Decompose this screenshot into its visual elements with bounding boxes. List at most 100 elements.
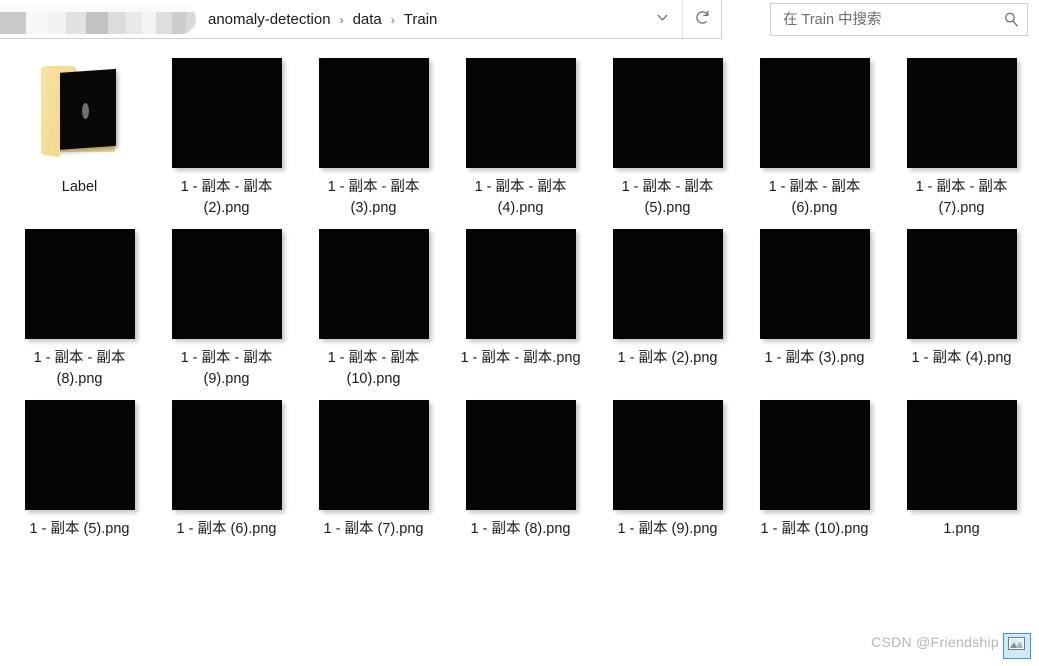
file-item[interactable]: 1 - 副本 - 副本 (8).png [6, 219, 153, 390]
file-item[interactable]: 1 - 副本 (3).png [741, 219, 888, 390]
item-thumbnail [25, 58, 135, 168]
file-list-view[interactable]: Label 1 - 副本 - 副本 (2).png 1 - 副本 - 副本 (3).… [0, 40, 1039, 666]
icon-grid: Label 1 - 副本 - 副本 (2).png 1 - 副本 - 副本 (3).… [6, 48, 1036, 558]
black-image-thumbnail [465, 400, 576, 510]
black-image-thumbnail [24, 229, 135, 339]
search-box[interactable] [770, 3, 1028, 36]
file-item[interactable]: 1 - 副本 - 副本 (10).png [300, 219, 447, 390]
item-thumbnail [906, 229, 1017, 339]
file-item[interactable]: 1 - 副本 - 副本 (7).png [888, 48, 1035, 219]
breadcrumb-item-data[interactable]: data [347, 9, 388, 30]
breadcrumb-item-train[interactable]: Train [398, 9, 444, 30]
item-thumbnail [906, 58, 1017, 168]
item-label: 1 - 副本 - 副本 (9).png [180, 350, 273, 387]
item-label: 1 - 副本 (8).png [470, 521, 571, 537]
black-image-thumbnail [171, 400, 282, 510]
csdn-watermark: CSDN @Friendship [871, 634, 999, 650]
folder-item[interactable]: Label [6, 48, 153, 219]
item-label: 1 - 副本 - 副本.png [460, 350, 581, 366]
folder-with-image-thumbnail-icon [25, 58, 135, 168]
item-label: 1 - 副本 (3).png [764, 350, 865, 366]
file-item[interactable]: 1 - 副本 (8).png [447, 390, 594, 558]
item-thumbnail [171, 58, 282, 168]
item-thumbnail [759, 58, 870, 168]
search-input[interactable] [771, 4, 996, 35]
breadcrumb: anomaly-detection › data › Train [202, 0, 443, 39]
breadcrumb-item-anomaly-detection[interactable]: anomaly-detection [202, 9, 337, 30]
black-image-thumbnail [318, 58, 429, 168]
item-label: 1 - 副本 - 副本 (8).png [33, 350, 126, 387]
item-thumbnail [318, 58, 429, 168]
black-image-thumbnail [906, 400, 1017, 510]
item-label: 1 - 副本 - 副本 (2).png [180, 179, 273, 216]
item-label: 1 - 副本 (6).png [176, 521, 277, 537]
black-image-thumbnail [906, 58, 1017, 168]
item-thumbnail [612, 229, 723, 339]
item-thumbnail [318, 400, 429, 510]
item-label: 1 - 副本 (4).png [911, 350, 1012, 366]
black-image-thumbnail [759, 400, 870, 510]
black-image-thumbnail [318, 229, 429, 339]
file-item[interactable]: 1 - 副本 - 副本 (5).png [594, 48, 741, 219]
file-item[interactable]: 1 - 副本 (5).png [6, 390, 153, 558]
item-label: 1 - 副本 (9).png [617, 521, 718, 537]
item-thumbnail [465, 58, 576, 168]
file-item[interactable]: 1.png [888, 390, 1035, 558]
large-icons-view-icon [1007, 635, 1027, 657]
file-item[interactable]: 1 - 副本 (6).png [153, 390, 300, 558]
item-label: Label [61, 179, 98, 195]
file-item[interactable]: 1 - 副本 (2).png [594, 219, 741, 390]
item-thumbnail [24, 400, 135, 510]
black-image-thumbnail [465, 58, 576, 168]
item-label: 1 - 副本 - 副本 (6).png [768, 179, 861, 216]
item-label: 1 - 副本 (7).png [323, 521, 424, 537]
black-image-thumbnail [24, 400, 135, 510]
search-icon[interactable] [996, 4, 1027, 35]
item-label: 1 - 副本 - 副本 (4).png [474, 179, 567, 216]
item-label: 1 - 副本 - 副本 (10).png [327, 350, 420, 387]
black-image-thumbnail [612, 58, 723, 168]
file-item[interactable]: 1 - 副本 - 副本.png [447, 219, 594, 390]
item-thumbnail [465, 229, 576, 339]
item-label: 1 - 副本 - 副本 (7).png [915, 179, 1008, 216]
breadcrumb-separator-icon[interactable]: › [388, 14, 398, 26]
redacted-path-segment [0, 4, 196, 34]
file-item[interactable]: 1 - 副本 - 副本 (4).png [447, 48, 594, 219]
file-item[interactable]: 1 - 副本 - 副本 (2).png [153, 48, 300, 219]
black-image-thumbnail [759, 58, 870, 168]
address-history-dropdown-button[interactable] [643, 0, 681, 39]
file-item[interactable]: 1 - 副本 - 副本 (3).png [300, 48, 447, 219]
black-image-thumbnail [318, 400, 429, 510]
file-item[interactable]: 1 - 副本 (10).png [741, 390, 888, 558]
address-bar[interactable]: anomaly-detection › data › Train [0, 0, 722, 39]
item-label: 1 - 副本 (10).png [760, 521, 869, 537]
black-image-thumbnail [906, 229, 1017, 339]
black-image-thumbnail [759, 229, 870, 339]
item-thumbnail [612, 58, 723, 168]
item-thumbnail [24, 229, 135, 339]
black-image-thumbnail [612, 229, 723, 339]
item-thumbnail [318, 229, 429, 339]
file-item[interactable]: 1 - 副本 (7).png [300, 390, 447, 558]
item-label: 1 - 副本 - 副本 (3).png [327, 179, 420, 216]
item-thumbnail [906, 400, 1017, 510]
black-image-thumbnail [465, 229, 576, 339]
file-item[interactable]: 1 - 副本 - 副本 (9).png [153, 219, 300, 390]
chevron-down-icon [655, 10, 670, 30]
item-label: 1 - 副本 - 副本 (5).png [621, 179, 714, 216]
view-large-icons-button[interactable] [1003, 633, 1031, 659]
item-label: 1 - 副本 (5).png [29, 521, 130, 537]
item-thumbnail [171, 229, 282, 339]
file-item[interactable]: 1 - 副本 (4).png [888, 219, 1035, 390]
item-thumbnail [759, 400, 870, 510]
breadcrumb-separator-icon[interactable]: › [337, 14, 347, 26]
black-image-thumbnail [612, 400, 723, 510]
refresh-button[interactable] [682, 0, 721, 39]
black-image-thumbnail [171, 229, 282, 339]
file-item[interactable]: 1 - 副本 - 副本 (6).png [741, 48, 888, 219]
item-thumbnail [465, 400, 576, 510]
item-label: 1 - 副本 (2).png [617, 350, 718, 366]
item-thumbnail [759, 229, 870, 339]
black-image-thumbnail [171, 58, 282, 168]
file-item[interactable]: 1 - 副本 (9).png [594, 390, 741, 558]
